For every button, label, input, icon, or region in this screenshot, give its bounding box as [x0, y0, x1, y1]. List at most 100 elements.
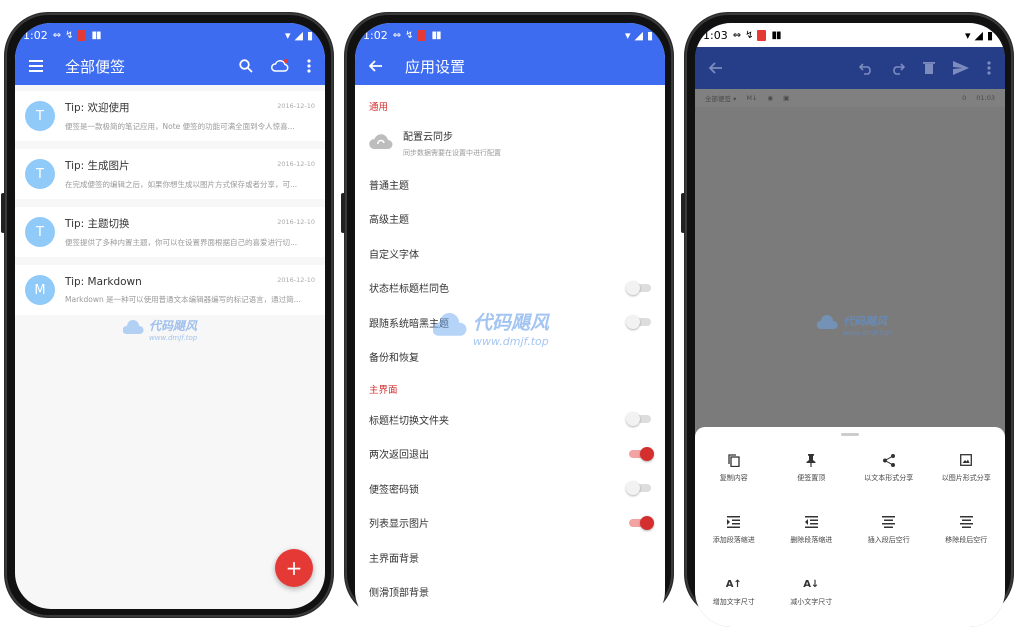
settings-header: 1:02 ⇔ ↯ ▮▮ ▾ ◢ ▮ 应用设置 [355, 23, 665, 85]
toggle-switch[interactable] [629, 446, 654, 461]
menu-icon[interactable] [29, 60, 43, 72]
setting-label: 列表显示图片 [369, 519, 429, 531]
pin-icon [806, 452, 816, 468]
toggle-knob [640, 446, 654, 461]
watermark-url: www.dmjf.top [843, 329, 892, 337]
toggle-switch[interactable] [629, 515, 654, 530]
toggle-switch[interactable] [626, 315, 651, 330]
action-remove-blank-line[interactable]: 移除段后空行 [928, 508, 1006, 566]
action-label: 增加文字尺寸 [712, 598, 755, 606]
send-icon[interactable] [953, 61, 969, 75]
action-insert-blank-line[interactable]: 插入段后空行 [850, 508, 928, 566]
markdown-icon[interactable]: M↓ [746, 94, 757, 102]
setting-titlebar-folder[interactable]: 标题栏切换文件夹 [355, 402, 665, 437]
toggle-switch[interactable] [626, 412, 651, 427]
battery-icon: ▮ [306, 28, 313, 42]
watermark-logo-icon [816, 315, 839, 335]
note-date: 2016-12-10 [277, 160, 315, 168]
notes-screen: 1:02 ⇔ ↯ ▮▮ ▾ ◢ ▮ 全部便签 T Tip: 欢迎使用 便签是一款… [15, 23, 325, 609]
indent-decrease-icon [804, 514, 818, 530]
note-preview: 便签是一款极简的笔记应用，Note 便签的功能可满全面到令人惊喜... [65, 122, 295, 131]
phone-side-button [681, 193, 685, 233]
list-item[interactable]: T Tip: 生成图片 在完成便签的编辑之后，如果你想生成以图片方式保存或者分享… [15, 149, 325, 199]
notes-header: 1:02 ⇔ ↯ ▮▮ ▾ ◢ ▮ 全部便签 [15, 23, 325, 85]
action-share-text[interactable]: 以文本形式分享 [850, 446, 928, 504]
lock-icon[interactable]: ▣ [783, 94, 789, 102]
list-item[interactable]: M Tip: Markdown Markdown 是一种可以使用普通文本编辑器编… [15, 265, 325, 315]
undo-icon[interactable] [859, 61, 873, 75]
action-decrease-text-size[interactable]: A↓ 减小文字尺寸 [773, 570, 851, 627]
delete-icon[interactable] [923, 61, 935, 75]
setting-label: 两次返回退出 [369, 450, 429, 462]
settings-list: 通用 配置云同步 同步数据需要在设置中进行配置 普通主题 高级主题 自定义字体 … [355, 85, 665, 609]
setting-label: 便签密码锁 [369, 484, 419, 496]
wifi-icon: ▾ [284, 28, 291, 42]
search-icon[interactable] [239, 59, 253, 73]
setting-password-lock[interactable]: 便签密码锁 [355, 471, 665, 506]
action-pin-note[interactable]: 便签置顶 [773, 446, 851, 504]
cloud-sync-setting[interactable]: 配置云同步 同步数据需要在设置中进行配置 [355, 119, 665, 167]
back-arrow-icon[interactable] [369, 60, 383, 72]
action-share-image[interactable]: 以图片形式分享 [928, 446, 1006, 504]
setting-follow-dark-theme[interactable]: 跟随系统暗黑主题 [355, 305, 665, 340]
action-label: 以图片形式分享 [941, 474, 991, 482]
toggle-knob [626, 481, 640, 496]
word-count: 0 [962, 94, 967, 102]
sync-icon: ↯ [65, 29, 73, 41]
note-list: T Tip: 欢迎使用 便签是一款极简的笔记应用，Note 便签的功能可满全面到… [15, 85, 325, 315]
status-time: 1:02 [363, 28, 388, 42]
watermark-logo-icon [122, 319, 145, 340]
setting-statusbar-color[interactable]: 状态栏标题栏同色 [355, 271, 665, 306]
setting-normal-theme[interactable]: 普通主题 [355, 167, 665, 202]
toggle-switch[interactable] [626, 280, 651, 295]
signal-bars-icon: ▮▮ [91, 29, 101, 41]
wifi-icon: ▾ [964, 28, 971, 42]
setting-backup-restore[interactable]: 备份和恢复 [355, 340, 665, 375]
action-remove-indent[interactable]: 删除段落缩进 [773, 508, 851, 566]
more-vert-icon[interactable] [987, 61, 991, 75]
phone-editor: 1:03 ⇔ ↯ ▮▮ ▾ ◢ ▮ 全部便签 ▾ M↓ ◉ ▣ 0 01:03 … [681, 12, 1014, 627]
action-copy-content[interactable]: 复制内容 [695, 446, 773, 504]
more-vert-icon[interactable] [307, 59, 311, 73]
list-item[interactable]: T Tip: 主题切换 便签提供了多种内置主题，你可以在设置界面根据自己的喜爱进… [15, 207, 325, 257]
wifi-icon: ▾ [624, 28, 631, 42]
setting-main-background[interactable]: 主界面背景 [355, 540, 665, 575]
setting-label: 备份和恢复 [369, 353, 419, 365]
note-preview: Markdown 是一种可以使用普通文本编辑器编写的标记语言，通过简... [65, 294, 301, 304]
action-increase-text-size[interactable]: A↑ 增加文字尺寸 [695, 570, 773, 627]
add-note-button[interactable]: + [275, 549, 313, 587]
toggle-switch[interactable] [626, 481, 651, 496]
battery-icon: ▮ [646, 28, 653, 42]
cell-signal-icon: ◢ [294, 28, 303, 42]
setting-advanced-theme[interactable]: 高级主题 [355, 202, 665, 237]
cloud-sync-icon[interactable] [271, 59, 289, 73]
setting-drawer-background[interactable]: 侧滑顶部背景 [355, 575, 665, 610]
folder-selector[interactable]: 全部便签 ▾ [705, 93, 736, 103]
action-add-indent[interactable]: 添加段落缩进 [695, 508, 773, 566]
cloud-sync-subtitle: 同步数据需要在设置中进行配置 [403, 149, 501, 157]
avatar: T [25, 159, 55, 189]
settings-screen: 1:02 ⇔ ↯ ▮▮ ▾ ◢ ▮ 应用设置 通用 配置云同步 同步数据需要在设… [355, 23, 665, 627]
link-icon: ⇔ [52, 29, 61, 41]
editor-header: 1:03 ⇔ ↯ ▮▮ ▾ ◢ ▮ [695, 23, 1005, 89]
note-preview: 在完成便签的编辑之后，如果你想生成以图片方式保存或者分享，可... [65, 180, 298, 189]
notification-badge-icon [77, 29, 87, 41]
eye-icon[interactable]: ◉ [767, 94, 773, 102]
cloud-icon [369, 133, 393, 154]
setting-custom-font[interactable]: 自定义字体 [355, 236, 665, 271]
setting-double-back-exit[interactable]: 两次返回退出 [355, 437, 665, 472]
toggle-knob [626, 412, 640, 427]
note-preview: 便签提供了多种内置主题，你可以在设置界面根据自己的喜爱进行切... [65, 238, 298, 247]
section-header-general: 通用 [369, 102, 389, 113]
insert-line-icon [882, 514, 896, 530]
watermark-url: www.dmjf.top [149, 334, 198, 342]
action-label: 添加段落缩进 [712, 536, 755, 544]
status-bar: 1:02 ⇔ ↯ ▮▮ ▾ ◢ ▮ [355, 23, 665, 47]
cloud-sync-title: 配置云同步 [403, 132, 453, 143]
back-arrow-icon[interactable] [709, 62, 723, 74]
list-item[interactable]: T Tip: 欢迎使用 便签是一款极简的笔记应用，Note 便签的功能可满全面到… [15, 91, 325, 141]
app-bar: 全部便签 [15, 47, 325, 85]
redo-icon[interactable] [891, 61, 905, 75]
indent-increase-icon [727, 514, 741, 530]
setting-list-images[interactable]: 列表显示图片 [355, 506, 665, 541]
